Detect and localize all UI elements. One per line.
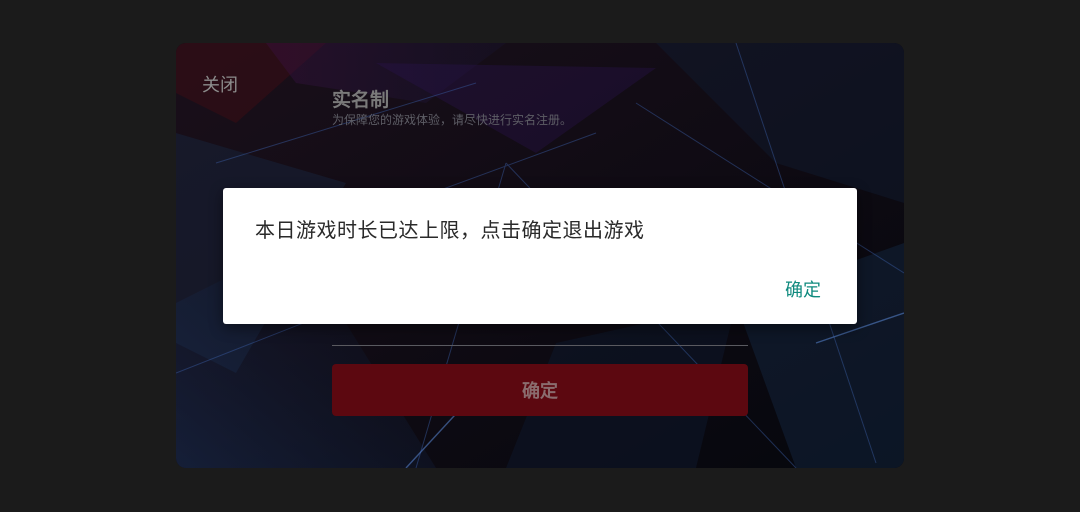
screen: 关闭 实名制 为保障您的游戏体验，请尽快进行实名注册。 确定 本日游戏时长已达上… — [0, 0, 1080, 512]
limit-alert-dialog: 本日游戏时长已达上限，点击确定退出游戏 确定 — [223, 188, 857, 324]
dialog-message: 本日游戏时长已达上限，点击确定退出游戏 — [255, 218, 645, 242]
dialog-confirm-button[interactable]: 确定 — [781, 274, 825, 304]
